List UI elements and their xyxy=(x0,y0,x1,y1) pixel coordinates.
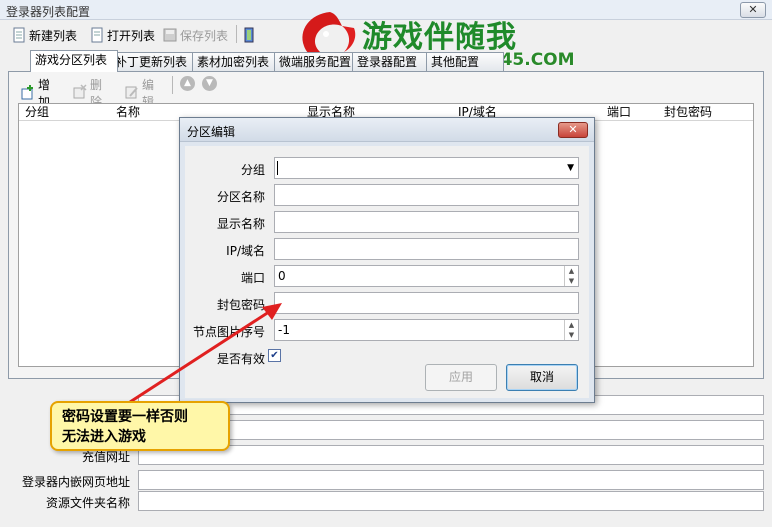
checkmark-icon: ✔ xyxy=(270,350,279,361)
save-icon xyxy=(163,27,177,43)
node-img-value: -1 xyxy=(278,323,290,337)
open-document-icon xyxy=(90,27,104,43)
spin-down-icon[interactable]: ▼ xyxy=(565,330,578,340)
tab-zone-list[interactable]: 游戏分区列表 xyxy=(30,50,118,72)
cancel-button[interactable]: 取消 xyxy=(506,364,578,391)
col-packet-pwd[interactable]: 封包密码 xyxy=(664,104,712,120)
col-name[interactable]: 名称 xyxy=(116,104,140,120)
toolbar-separator xyxy=(236,25,237,43)
node-img-input[interactable]: -1 ▲ ▼ xyxy=(274,319,579,341)
tab-asset-encrypt[interactable]: 素材加密列表 xyxy=(192,52,282,72)
display-name-input[interactable] xyxy=(274,211,579,233)
embedded-url-label: 登录器内嵌网页地址 xyxy=(21,475,130,489)
tab-other-config[interactable]: 其他配置 xyxy=(426,52,504,72)
spin-up-icon[interactable]: ▲ xyxy=(565,320,578,330)
ip-label: IP/域名 xyxy=(226,244,265,258)
exit-door-icon xyxy=(242,27,256,43)
port-label: 端口 xyxy=(240,271,265,285)
delete-icon xyxy=(72,83,88,103)
save-list-button[interactable]: 保存列表 xyxy=(163,25,228,45)
enabled-checkbox[interactable]: ✔ xyxy=(268,349,281,362)
recharge-url-input[interactable] xyxy=(138,445,764,465)
zone-name-input[interactable] xyxy=(274,184,579,206)
window-close-button[interactable]: ✕ xyxy=(740,2,766,18)
dialog-close-button[interactable]: ✕ xyxy=(558,122,588,138)
resource-folder-label: 资源文件夹名称 xyxy=(45,496,130,510)
callout-line-1: 密码设置要一样否则 xyxy=(62,409,188,425)
group-select[interactable]: ▼ xyxy=(274,157,579,179)
embedded-url-input[interactable] xyxy=(138,470,764,490)
packet-pwd-label: 封包密码 xyxy=(216,298,265,312)
bottom-input-2[interactable] xyxy=(138,420,764,440)
resource-folder-input[interactable] xyxy=(138,491,764,511)
subtoolbar-separator xyxy=(172,76,173,94)
document-icon xyxy=(12,27,26,43)
callout-line-2: 无法进入游戏 xyxy=(62,429,146,445)
edit-icon xyxy=(124,84,140,103)
new-list-label: 新建列表 xyxy=(29,28,78,43)
port-value: 0 xyxy=(278,269,286,283)
annotation-callout: 密码设置要一样否则 无法进入游戏 xyxy=(50,401,230,451)
move-up-button[interactable]: ▲ xyxy=(180,76,195,91)
col-port[interactable]: 端口 xyxy=(607,104,631,120)
tab-microclient[interactable]: 微端服务配置 xyxy=(274,52,358,72)
node-img-spinner[interactable]: ▲ ▼ xyxy=(564,320,578,340)
dialog-title: 分区编辑 xyxy=(187,125,236,139)
dialog-titlebar: 分区编辑 ✕ xyxy=(180,118,594,142)
move-down-button[interactable]: ▼ xyxy=(202,76,217,91)
tab-launcher-config[interactable]: 登录器配置 xyxy=(352,52,432,72)
apply-button[interactable]: 应用 xyxy=(425,364,497,391)
add-icon xyxy=(20,84,36,103)
new-list-button[interactable]: 新建列表 xyxy=(12,25,77,45)
arrow-down-icon: ▼ xyxy=(202,76,217,91)
packet-pwd-input[interactable] xyxy=(274,292,579,314)
dialog-body: 分组 ▼ 分区名称 显示名称 IP/域名 端口 0 ▲ ▼ 封包密码 节点图片序号… xyxy=(185,146,589,398)
text-cursor xyxy=(277,161,278,175)
col-group[interactable]: 分组 xyxy=(25,104,49,120)
zone-name-label: 分区名称 xyxy=(216,190,265,204)
window-title: 登录器列表配置 xyxy=(6,5,91,19)
spin-down-icon[interactable]: ▼ xyxy=(565,276,578,286)
ip-input[interactable] xyxy=(274,238,579,260)
zone-edit-dialog: 分区编辑 ✕ 分组 ▼ 分区名称 显示名称 IP/域名 端口 0 ▲ ▼ 封包密码… xyxy=(179,117,595,403)
arrow-up-icon: ▲ xyxy=(180,76,195,91)
port-spinner[interactable]: ▲ ▼ xyxy=(564,266,578,286)
exit-button[interactable] xyxy=(242,25,256,45)
chevron-down-icon: ▼ xyxy=(567,163,574,173)
spin-up-icon[interactable]: ▲ xyxy=(565,266,578,276)
save-list-label: 保存列表 xyxy=(180,28,229,43)
group-label: 分组 xyxy=(240,163,265,177)
enabled-label: 是否有效 xyxy=(216,352,265,366)
tab-patch-list[interactable]: 补丁更新列表 xyxy=(110,52,200,72)
open-list-button[interactable]: 打开列表 xyxy=(90,25,155,45)
display-name-label: 显示名称 xyxy=(216,217,265,231)
node-img-label: 节点图片序号 xyxy=(192,325,265,339)
open-list-label: 打开列表 xyxy=(107,28,156,43)
port-input[interactable]: 0 ▲ ▼ xyxy=(274,265,579,287)
